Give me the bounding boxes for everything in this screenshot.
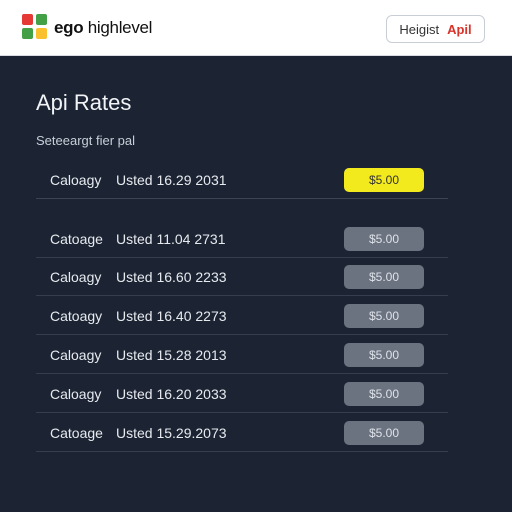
row-used: Usted 15.29.2073 bbox=[116, 425, 227, 441]
brand-bold: ego bbox=[54, 18, 84, 37]
price-button[interactable]: $5.00 bbox=[344, 421, 424, 445]
rate-row[interactable]: Catoage Usted 11.04 2731 $5.00 bbox=[36, 219, 448, 258]
rate-row[interactable]: Caloagy Usted 16.29 2031 $5.00 bbox=[36, 160, 448, 199]
row-used: Usted 15.28 2013 bbox=[116, 347, 227, 363]
price-button[interactable]: $5.00 bbox=[344, 265, 424, 289]
rate-row[interactable]: Caloagy Usted 16.60 2233 $5.00 bbox=[36, 257, 448, 296]
rate-row[interactable]: Caloagy Usted 15.28 2013 $5.00 bbox=[36, 335, 448, 374]
logo-icon bbox=[22, 14, 48, 40]
brand-rest: highlevel bbox=[83, 18, 153, 37]
main-panel: Api Rates Seteeargt fier pal Caloagy Ust… bbox=[0, 57, 512, 512]
page-subtitle: Seteeargt fier pal bbox=[36, 133, 136, 148]
rate-row[interactable]: Catoage Usted 15.29.2073 $5.00 bbox=[36, 413, 448, 452]
row-category: Caloagy bbox=[50, 172, 102, 188]
row-used: Usted 16.20 2033 bbox=[116, 386, 227, 402]
price-button[interactable]: $5.00 bbox=[344, 382, 424, 406]
top-bar: ego highlevel Heigist Apil bbox=[0, 0, 512, 56]
header-action-button[interactable]: Heigist Apil bbox=[386, 15, 485, 43]
row-used: Usted 16.60 2233 bbox=[116, 269, 227, 285]
price-button[interactable]: $5.00 bbox=[344, 227, 424, 251]
brand-name: ego highlevel bbox=[54, 18, 152, 38]
row-category: Caloagy bbox=[50, 347, 102, 363]
row-category: Caloagy bbox=[50, 269, 102, 285]
header-button-accent: Apil bbox=[447, 21, 472, 37]
price-button[interactable]: $5.00 bbox=[344, 304, 424, 328]
row-used: Usted 11.04 2731 bbox=[116, 231, 226, 247]
row-category: Catoage bbox=[50, 231, 103, 247]
row-used: Usted 16.29 2031 bbox=[116, 172, 227, 188]
price-button[interactable]: $5.00 bbox=[344, 343, 424, 367]
page-title: Api Rates bbox=[36, 90, 132, 115]
row-used: Usted 16.40 2273 bbox=[116, 308, 227, 324]
header-button-label: Heigist bbox=[399, 21, 440, 37]
price-button[interactable]: $5.00 bbox=[344, 168, 424, 192]
row-category: Catoagy bbox=[50, 308, 103, 324]
rate-row[interactable]: Caloagy Usted 16.20 2033 $5.00 bbox=[36, 374, 448, 413]
row-category: Catoage bbox=[50, 425, 103, 441]
row-category: Caloagy bbox=[50, 386, 102, 402]
rate-row[interactable]: Catoagy Usted 16.40 2273 $5.00 bbox=[36, 296, 448, 335]
